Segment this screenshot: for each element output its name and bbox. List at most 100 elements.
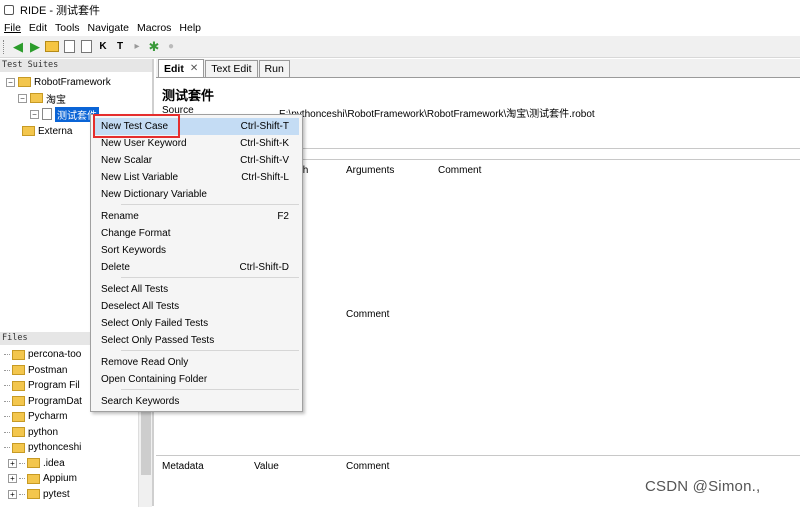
tab-label: Text Edit [211, 63, 252, 75]
menu-item-shortcut: Ctrl-Shift-V [240, 155, 289, 166]
menu-item-label: Deselect All Tests [101, 301, 180, 312]
file-tree-item[interactable]: + .idea [0, 456, 140, 472]
tree-connector [4, 385, 10, 387]
tab-run[interactable]: Run [258, 60, 290, 77]
menu-item-select-all-tests[interactable]: Select All Tests [94, 281, 299, 298]
collapse-icon[interactable]: − [6, 77, 15, 87]
tab-label: Run [264, 63, 284, 75]
file-tree-item[interactable]: pythonceshi [0, 440, 140, 456]
expand-icon[interactable]: + [8, 489, 17, 499]
settings-icon[interactable]: ✱ [147, 40, 161, 54]
folder-icon [12, 349, 25, 360]
tree-connector [4, 447, 10, 449]
menu-separator [121, 277, 299, 278]
folder-icon [12, 411, 25, 422]
menu-separator [121, 350, 299, 351]
tree-connector [4, 431, 10, 433]
app-icon [4, 5, 14, 15]
tree-connector [4, 369, 10, 371]
window-title: RIDE - 测试套件 [20, 5, 101, 17]
menu-item-label: Select All Tests [101, 284, 169, 295]
menu-item-rename[interactable]: Rename F2 [94, 208, 299, 225]
menu-navigate[interactable]: Navigate [88, 22, 129, 34]
context-menu: New Test Case Ctrl-Shift-T New User Keywor… [90, 114, 303, 412]
toolbar-grip [3, 39, 7, 54]
menu-item-label: Open Containing Folder [101, 374, 208, 385]
menu-item-shortcut: Ctrl-Shift-T [240, 121, 289, 132]
menu-macros[interactable]: Macros [137, 22, 171, 34]
tree-connector [4, 400, 10, 402]
tree-node-external[interactable]: Externa [22, 123, 72, 139]
folder-icon [30, 93, 43, 103]
file-tree-item[interactable]: + pytest [0, 487, 140, 503]
menu-item-label: Select Only Failed Tests [101, 318, 209, 329]
menu-item-label: Rename [101, 211, 139, 222]
tree-node-selected[interactable]: − 测试套件 [30, 106, 99, 122]
tree-node-label: 淘宝 [46, 94, 66, 106]
save-icon[interactable] [62, 40, 76, 54]
collapse-icon[interactable]: − [30, 109, 39, 119]
menu-item-shortcut: F2 [277, 211, 289, 222]
menu-file[interactable]: File [4, 22, 21, 34]
highlight-annotation [93, 114, 180, 138]
file-tree-item[interactable]: python [0, 425, 140, 441]
menu-help[interactable]: Help [179, 22, 201, 34]
menu-item-label: New Dictionary Variable [101, 189, 207, 200]
expand-icon[interactable]: + [8, 458, 17, 468]
file-tree-label: Pycharm [28, 411, 68, 423]
tab-edit[interactable]: Edit ✕ [158, 59, 205, 77]
menu-item-deselect-all-tests[interactable]: Deselect All Tests [94, 298, 299, 315]
save-all-icon[interactable] [79, 40, 93, 54]
menu-item-label: New Scalar [101, 155, 153, 166]
editor-tabs: Edit ✕ Text Edit Run [156, 59, 800, 78]
folder-icon [12, 365, 25, 376]
file-tree-label: Postman [28, 364, 68, 376]
menu-item-select-only-passed-tests[interactable]: Select Only Passed Tests [94, 332, 299, 349]
file-tree-label: pytest [43, 488, 70, 500]
watermark: CSDN @Simon., [645, 478, 761, 495]
back-arrow-icon[interactable]: ◀ [11, 40, 25, 54]
menu-item-new-scalar[interactable]: New Scalar Ctrl-Shift-V [94, 152, 299, 169]
menu-item-remove-read-only[interactable]: Remove Read Only [94, 354, 299, 371]
menu-item-new-dictionary-variable[interactable]: New Dictionary Variable [94, 186, 299, 203]
menu-item-open-containing-folder[interactable]: Open Containing Folder [94, 371, 299, 388]
tree-node-label: RobotFramework [34, 76, 111, 88]
forward-arrow-icon[interactable]: ▶ [28, 40, 42, 54]
keyword-search-icon[interactable]: K [96, 40, 110, 54]
close-icon[interactable]: ✕ [190, 63, 198, 74]
tree-node-taobao[interactable]: − 淘宝 [18, 90, 66, 106]
open-folder-icon[interactable] [45, 40, 59, 54]
folder-icon [12, 442, 25, 453]
file-tree-label: pythonceshi [28, 442, 82, 454]
menu-item-new-list-variable[interactable]: New List Variable Ctrl-Shift-L [94, 169, 299, 186]
folder-icon [22, 126, 35, 136]
tree-node-label: Externa [38, 125, 73, 137]
file-tree-item[interactable]: + Appium [0, 471, 140, 487]
menu-item-search-keywords[interactable]: Search Keywords [94, 393, 299, 410]
menu-item-select-only-failed-tests[interactable]: Select Only Failed Tests [94, 315, 299, 332]
menu-item-label: New User Keyword [101, 138, 187, 149]
menu-item-change-format[interactable]: Change Format [94, 225, 299, 242]
metadata-comment-header: Comment [346, 461, 390, 472]
tree-connector [4, 354, 10, 356]
metadata-header: Metadata [162, 461, 204, 472]
run-icon[interactable]: ▸ [130, 40, 144, 54]
tree-node-root[interactable]: − RobotFramework [6, 74, 111, 90]
menu-item-delete[interactable]: Delete Ctrl-Shift-D [94, 259, 299, 276]
menu-tools[interactable]: Tools [55, 22, 80, 34]
tab-text-edit[interactable]: Text Edit [205, 60, 258, 77]
collapse-icon[interactable]: − [18, 93, 27, 103]
stop-icon[interactable]: ● [164, 40, 178, 54]
test-search-icon[interactable]: T [113, 40, 127, 54]
expand-icon[interactable]: + [8, 474, 17, 484]
tree-connector [19, 462, 25, 464]
menu-edit[interactable]: Edit [29, 22, 47, 34]
file-tree-label: percona-too [28, 349, 82, 361]
folder-icon [12, 396, 25, 407]
menu-item-sort-keywords[interactable]: Sort Keywords [94, 242, 299, 259]
menu-item-shortcut: Ctrl-Shift-D [239, 262, 289, 273]
file-tree-label: python [28, 426, 59, 438]
toolbar: ◀ ▶ K T ▸ ✱ ● [0, 36, 800, 58]
folder-icon [18, 77, 31, 87]
menu-separator [121, 389, 299, 390]
